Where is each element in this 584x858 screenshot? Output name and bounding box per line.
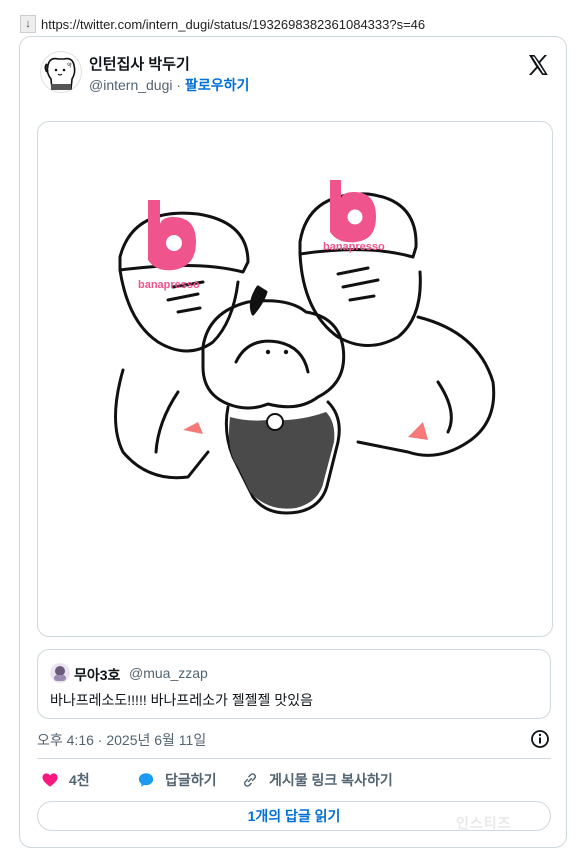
tweet-timestamp[interactable]: 오후 4:16 · 2025년 6월 11일 xyxy=(37,730,206,750)
link-icon xyxy=(243,773,257,787)
browser-url-bar[interactable]: ↓ https://twitter.com/intern_dugi/status… xyxy=(20,14,425,34)
reply-button[interactable]: 답글하기 xyxy=(137,768,217,792)
quoted-tweet[interactable]: 무아3호 @mua_zzap 바나프레소도!!!!! 바나프레소가 젤젤젤 맛있… xyxy=(37,649,551,719)
x-logo-icon[interactable] xyxy=(526,53,550,77)
handle-line: @intern_dugi · 팔로우하기 xyxy=(89,75,249,95)
quote-handle[interactable]: @mua_zzap xyxy=(129,665,208,681)
tweet-header: 약 인턴집사 박두기 @intern_dugi · 팔로우하기 xyxy=(40,51,550,101)
media-logo-left: banapresso xyxy=(138,279,200,291)
quote-display-name[interactable]: 무아3호 xyxy=(74,665,120,685)
avatar[interactable]: 약 xyxy=(40,51,82,93)
svg-text:약: 약 xyxy=(67,62,72,69)
info-icon[interactable] xyxy=(530,729,550,749)
quote-text: 바나프레소도!!!!! 바나프레소가 젤젤젤 맛있음 xyxy=(50,692,313,708)
tweet-media[interactable]: banapresso banapresso xyxy=(37,121,553,637)
copy-link-button[interactable]: 게시물 링크 복사하기 xyxy=(241,768,393,792)
display-name[interactable]: 인턴집사 박두기 xyxy=(89,53,190,74)
separator: · xyxy=(172,77,185,93)
like-count: 4천 xyxy=(69,772,90,788)
divider xyxy=(37,758,551,759)
arrow-down-icon[interactable]: ↓ xyxy=(20,15,36,33)
reply-label: 답글하기 xyxy=(165,772,217,788)
copy-link-label: 게시물 링크 복사하기 xyxy=(269,772,393,788)
heart-icon xyxy=(42,773,58,787)
media-logo-right: banapresso xyxy=(323,241,385,253)
follow-button[interactable]: 팔로우하기 xyxy=(185,77,249,93)
watermark: 인스티즈 xyxy=(456,815,512,831)
tweet-card: 약 인턴집사 박두기 @intern_dugi · 팔로우하기 banapres… xyxy=(19,36,567,848)
like-button[interactable]: 4천 xyxy=(41,768,90,792)
speech-bubble-icon xyxy=(138,773,154,787)
action-bar: 4천 답글하기 게시물 링크 복사하기 xyxy=(37,768,551,792)
quote-avatar[interactable] xyxy=(50,663,70,683)
user-handle[interactable]: @intern_dugi xyxy=(89,77,173,93)
url-text: https://twitter.com/intern_dugi/status/1… xyxy=(41,16,426,32)
